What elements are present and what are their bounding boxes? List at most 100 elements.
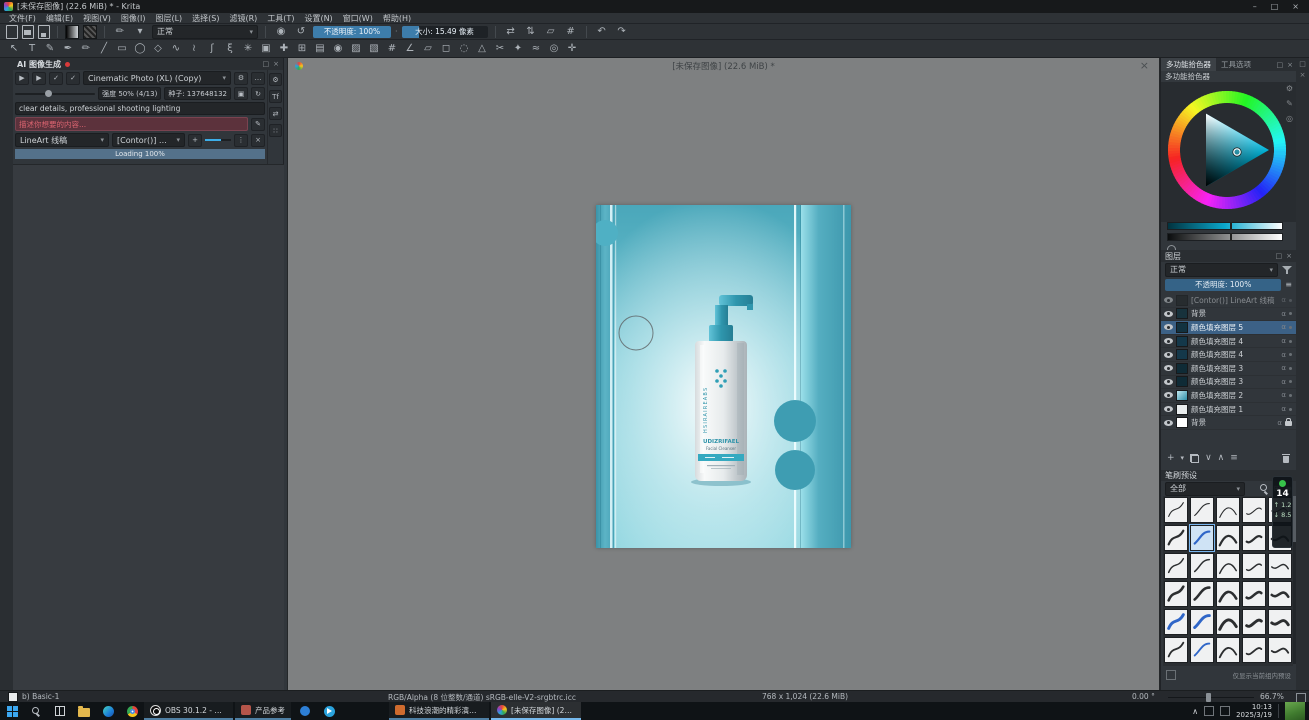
brush-preset[interactable] <box>1216 637 1240 663</box>
opacity-slider[interactable]: 不透明度: 100% <box>313 26 391 38</box>
brush-preset[interactable] <box>1242 525 1266 551</box>
layer-filter-icon[interactable] <box>1282 265 1292 275</box>
brush-preset[interactable] <box>1164 581 1188 607</box>
fill-tool[interactable]: ▧ <box>366 41 382 56</box>
alpha-lock-icon[interactable]: α <box>1281 337 1286 345</box>
brush-preset[interactable] <box>1242 553 1266 579</box>
alpha-lock-icon[interactable]: α <box>1277 419 1282 427</box>
freehand-path-tool[interactable]: ʃ <box>204 41 220 56</box>
layer-visibility-icon[interactable] <box>1164 352 1173 358</box>
measure-tool[interactable]: ∠ <box>402 41 418 56</box>
dynamic-brush-tool[interactable]: ξ <box>222 41 238 56</box>
brush-preset[interactable] <box>1242 637 1266 663</box>
new-document-icon[interactable] <box>6 25 18 39</box>
zoom-tool[interactable]: ◎ <box>546 41 562 56</box>
remove-control-icon[interactable]: × <box>251 134 265 147</box>
saturation-slider[interactable] <box>1167 233 1283 241</box>
brush-preset[interactable] <box>1268 553 1292 579</box>
add-layer-dropdown-icon[interactable]: ▾ <box>1181 454 1185 462</box>
menu-item-3[interactable]: 图像(I) <box>116 13 151 24</box>
layer-row[interactable]: 背景α <box>1161 416 1296 430</box>
edit-shapes-tool[interactable]: ✎ <box>42 41 58 56</box>
brush-preset[interactable] <box>1216 497 1240 523</box>
mirror-vertical-icon[interactable]: ⇅ <box>523 24 539 39</box>
layer-blend-mode-select[interactable]: 正常▾ <box>1165 263 1278 277</box>
brush-preset[interactable] <box>1268 637 1292 663</box>
brush-preset[interactable] <box>1164 497 1188 523</box>
brush-preset[interactable] <box>1216 553 1240 579</box>
tag-filter-select[interactable]: 全部▾ <box>1165 482 1245 496</box>
float-docker-icon[interactable]: □ <box>1277 61 1284 69</box>
taskbar-clock[interactable]: 10:13 2025/3/19 <box>1236 703 1272 719</box>
zoom-slider-handle[interactable] <box>1206 693 1211 702</box>
layer-visibility-icon[interactable] <box>1164 392 1173 398</box>
layer-visibility-icon[interactable] <box>1164 311 1173 317</box>
file-explorer-icon[interactable] <box>72 702 96 720</box>
maximize-button[interactable]: □ <box>1271 2 1279 11</box>
prompt-input[interactable]: clear details, professional shooting lig… <box>15 102 265 115</box>
edit-icon[interactable]: ✎ <box>251 118 265 131</box>
edge-icon[interactable] <box>96 702 120 720</box>
tray-icon-2[interactable] <box>1220 706 1230 716</box>
menu-item-7[interactable]: 工具(T) <box>262 13 299 24</box>
color-sampler-tool[interactable]: ◉ <box>330 41 346 56</box>
gradient-tool[interactable]: ▤ <box>312 41 328 56</box>
brush-preset[interactable] <box>1164 553 1188 579</box>
brush-preset[interactable] <box>1242 581 1266 607</box>
menu-item-2[interactable]: 视图(V) <box>78 13 116 24</box>
generate-button[interactable]: ▶ <box>15 72 29 85</box>
freehand-brush-tool[interactable]: ✏ <box>78 41 94 56</box>
menu-item-5[interactable]: 选择(S) <box>187 13 224 24</box>
alpha-lock-icon[interactable]: α <box>1281 391 1286 399</box>
canvas-document[interactable]: HSIRAIREABS UDIZRIFAEL Facial Cleanser <box>596 205 851 548</box>
apply-button[interactable]: ✓ <box>49 72 63 85</box>
tray-expand-icon[interactable]: ∧ <box>1192 707 1198 716</box>
strength-slider[interactable] <box>15 93 95 95</box>
presentation-taskbar-button[interactable]: 科技浪潮的精彩演示... <box>389 702 489 720</box>
preset-group-icon[interactable] <box>1166 670 1176 680</box>
floating-monitor-widget[interactable]: 14 ↑ 1.2 ↓ 8.5 <box>1272 476 1293 548</box>
layer-opacity-slider[interactable]: 不透明度: 100% <box>1165 279 1281 291</box>
selector-pin-icon[interactable]: ✎ <box>1286 99 1293 108</box>
crop-tool[interactable]: ⊞ <box>294 41 310 56</box>
tab-color-selector[interactable]: 多功能拾色器 <box>1161 58 1216 71</box>
layers-icon[interactable]: ▣ <box>234 87 248 100</box>
bezier-curve-tool[interactable]: ≀ <box>186 41 202 56</box>
reload-preset-icon[interactable]: ↺ <box>293 24 309 39</box>
close-button[interactable]: × <box>1292 2 1299 11</box>
messenger-app-icon[interactable] <box>293 702 317 720</box>
multibrush-tool[interactable]: ✳ <box>240 41 256 56</box>
settings-icon[interactable]: ⚙ <box>234 72 248 85</box>
menu-item-8[interactable]: 设置(N) <box>299 13 337 24</box>
layer-visibility-icon[interactable] <box>1164 338 1173 344</box>
menu-item-0[interactable]: 文件(F) <box>4 13 41 24</box>
strength-spinbox[interactable]: 强度 50% (4/13) <box>98 87 161 100</box>
alpha-lock-icon[interactable]: α <box>1281 310 1286 318</box>
alpha-lock-icon[interactable]: α <box>1281 296 1286 304</box>
rail-grid-icon[interactable]: ∷ <box>269 124 282 137</box>
accept-button[interactable]: ✓ <box>66 72 80 85</box>
brush-preset[interactable] <box>1164 637 1188 663</box>
brush-preset[interactable] <box>1164 609 1188 635</box>
mirror-horizontal-icon[interactable]: ⇄ <box>503 24 519 39</box>
contiguous-select-tool[interactable]: ✦ <box>510 41 526 56</box>
taskbar-search-icon[interactable] <box>24 702 48 720</box>
brush-preset[interactable] <box>1216 525 1240 551</box>
style-model-select[interactable]: Cinematic Photo (XL) (Copy)▾ <box>83 71 231 85</box>
ellipse-select-tool[interactable]: ◌ <box>456 41 472 56</box>
move-layer-down-button[interactable]: ∨ <box>1205 453 1212 463</box>
randomize-icon[interactable]: ↻ <box>251 87 265 100</box>
lightness-slider[interactable] <box>1167 222 1283 230</box>
line-tool[interactable]: ╱ <box>96 41 112 56</box>
float-docker-icon[interactable]: □ <box>1276 252 1283 260</box>
gradient-chooser-icon[interactable] <box>65 25 79 39</box>
close-docker-icon[interactable]: × <box>1287 61 1293 69</box>
rail-swap-icon[interactable]: ⇄ <box>269 107 282 120</box>
redo-icon[interactable]: ↷ <box>614 24 630 39</box>
layer-row[interactable]: 颜色填充图层 3α <box>1161 362 1296 376</box>
search-icon[interactable] <box>1260 484 1269 493</box>
canvas-area[interactable]: [未保存图像] (22.6 MiB) * × <box>287 58 1160 690</box>
brush-preset[interactable] <box>1242 609 1266 635</box>
menu-item-6[interactable]: 滤镜(R) <box>225 13 263 24</box>
start-button[interactable] <box>0 702 24 720</box>
